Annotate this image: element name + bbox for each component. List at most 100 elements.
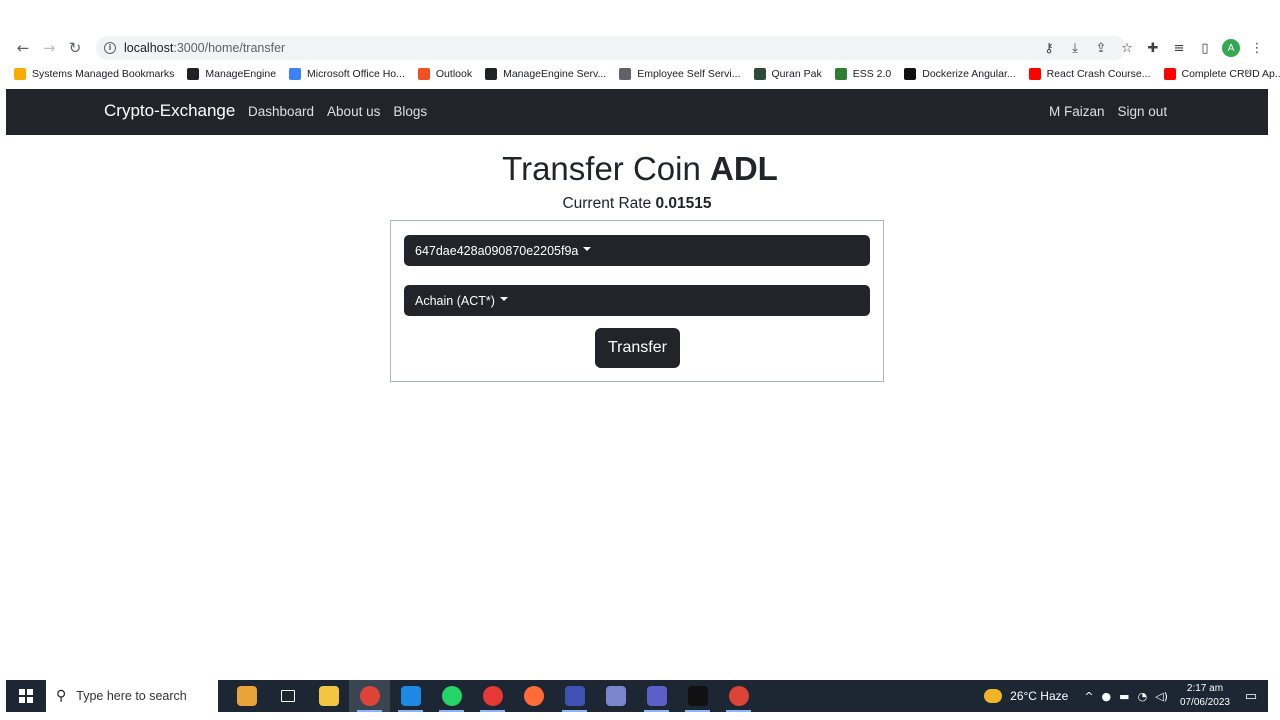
app-red-icon [482, 686, 503, 706]
chevron-up-icon[interactable]: ^ [1084, 690, 1093, 703]
weather-icon [984, 689, 1003, 703]
reading-list-icon[interactable]: ≡ [1166, 38, 1192, 58]
bookmark-label: Employee Self Servi... [637, 68, 741, 80]
taskbar-app[interactable] [513, 680, 554, 712]
sd-icon [187, 68, 200, 80]
teams-icon [646, 686, 667, 706]
taskbar-app[interactable] [349, 680, 390, 712]
forward-icon[interactable]: → [40, 39, 58, 57]
windows-icon [19, 689, 33, 703]
bookmark-label: React Crash Course... [1046, 68, 1151, 80]
microphone-icon[interactable]: ● [1102, 690, 1112, 703]
key-icon[interactable]: ⚷ [1036, 38, 1062, 58]
intellij-icon [564, 686, 585, 706]
bookmark-item[interactable]: Outlook [417, 68, 473, 80]
clock-date: 07/06/2023 [1179, 697, 1230, 708]
bookmark-label: Outlook [435, 68, 473, 80]
bookmark-item[interactable]: Systems Managed Bookmarks [14, 68, 174, 80]
bookmark-item[interactable]: Complete CRUD Ap... [1163, 68, 1280, 80]
taskbar-app[interactable] [390, 680, 431, 712]
bookmark-item[interactable]: Dockerize Angular... [904, 68, 1016, 80]
taskbar-app[interactable] [308, 680, 349, 712]
back-icon[interactable]: ← [14, 39, 32, 57]
battery-icon[interactable]: ▬ [1119, 690, 1129, 703]
caret-down-icon [583, 247, 592, 251]
youtube-icon [1163, 68, 1176, 80]
sd-icon [485, 68, 498, 80]
side-panel-icon[interactable]: ▯ [1192, 38, 1218, 58]
page-title: Transfer Coin ADL [0, 150, 1280, 188]
bookmark-item[interactable]: ESS 2.0 [834, 68, 892, 80]
nav-links: Dashboard About us Blogs [248, 104, 427, 119]
bookmark-label: Systems Managed Bookmarks [32, 68, 175, 80]
taskbar-app[interactable] [636, 680, 677, 712]
brand-link[interactable]: Crypto-Exchange [104, 101, 235, 121]
nav-blogs[interactable]: Blogs [393, 104, 427, 119]
taskbar-app[interactable] [267, 680, 308, 712]
start-button[interactable] [6, 680, 46, 712]
bookmark-item[interactable]: Microsoft Office Ho... [289, 68, 405, 80]
bookmark-label: ManageEngine [205, 68, 277, 80]
quran-icon [753, 68, 766, 80]
menu-icon[interactable]: ⋮ [1244, 38, 1270, 58]
volume-icon[interactable]: ◁) [1155, 690, 1168, 703]
address-bar[interactable]: i localhost:3000/home/transfer [96, 36, 1126, 60]
more-bookmarks-icon[interactable]: » [1246, 66, 1252, 78]
taskbar-app[interactable] [718, 680, 759, 712]
star-icon[interactable]: ☆ [1114, 38, 1140, 58]
bookmark-item[interactable]: ManageEngine [187, 68, 276, 80]
taskbar-app[interactable] [554, 680, 595, 712]
running-indicator [644, 710, 669, 712]
bookmark-item[interactable]: React Crash Course... [1028, 68, 1151, 80]
taskbar-app[interactable] [677, 680, 718, 712]
search-icon: ⚲ [56, 688, 67, 704]
taskbar-search[interactable]: ⚲ Type here to search [46, 680, 218, 712]
bookmark-label: Quran Pak [771, 68, 822, 80]
taskbar-app[interactable] [431, 680, 472, 712]
sign-out-link[interactable]: Sign out [1118, 104, 1168, 119]
running-indicator [398, 710, 423, 712]
whatsapp-icon [441, 686, 462, 706]
ess-icon [834, 68, 847, 80]
windows-taskbar: ⚲ Type here to search 26°C Haze ^ ● ▬ ◔ … [6, 680, 1268, 712]
medium-icon [904, 68, 917, 80]
taskbar-app[interactable] [595, 680, 636, 712]
caret-down-icon [499, 297, 508, 301]
wallet-dropdown[interactable]: 647dae428a090870e2205f9a [404, 235, 870, 266]
address-row: ← → ↻ i localhost:3000/home/transfer ⚷ ⤓… [0, 34, 1280, 62]
outlook-icon [417, 68, 430, 80]
weather-widget[interactable]: 26°C Haze [984, 689, 1068, 703]
transfer-button[interactable]: Transfer [595, 328, 680, 368]
weather-text: 26°C Haze [1010, 689, 1069, 703]
coin-dropdown[interactable]: Achain (ACT*) [404, 285, 870, 316]
clock-time: 2:17 am [1186, 683, 1224, 694]
wallet-dropdown-label: 647dae428a090870e2205f9a [415, 243, 579, 258]
nav-user-area: M Faizan Sign out [1049, 104, 1167, 119]
nav-dashboard[interactable]: Dashboard [248, 104, 314, 119]
user-name[interactable]: M Faizan [1049, 104, 1105, 119]
install-icon[interactable]: ⤓ [1062, 38, 1088, 58]
youtube-icon [1028, 68, 1041, 80]
profile-avatar[interactable]: A [1222, 39, 1240, 57]
bookmarks-bar: Systems Managed Bookmarks ManageEngine Mic… [14, 64, 1280, 84]
share-icon[interactable]: ⇪ [1088, 38, 1114, 58]
clock[interactable]: 2:17 am 07/06/2023 [1180, 682, 1230, 710]
info-icon[interactable]: i [104, 42, 116, 54]
nav-about-us[interactable]: About us [327, 104, 380, 119]
wifi-icon[interactable]: ◔ [1138, 690, 1148, 703]
rate-value: 0.01515 [655, 195, 712, 212]
running-indicator [357, 710, 382, 712]
postman-icon [523, 686, 544, 706]
notification-icon[interactable]: ▭ [1240, 686, 1262, 706]
running-indicator [480, 710, 505, 712]
taskbar-app[interactable] [472, 680, 513, 712]
bookmark-item[interactable]: Employee Self Servi... [619, 68, 741, 80]
vscode-icon [400, 686, 421, 706]
taskbar-app[interactable] [226, 680, 267, 712]
running-indicator [439, 710, 464, 712]
bookmark-item[interactable]: Quran Pak [753, 68, 822, 80]
bookmark-item[interactable]: ManageEngine Serv... [485, 68, 606, 80]
extensions-icon[interactable]: ✚ [1140, 38, 1166, 58]
reload-icon[interactable]: ↻ [66, 39, 84, 57]
bookmark-label: ESS 2.0 [852, 68, 892, 80]
